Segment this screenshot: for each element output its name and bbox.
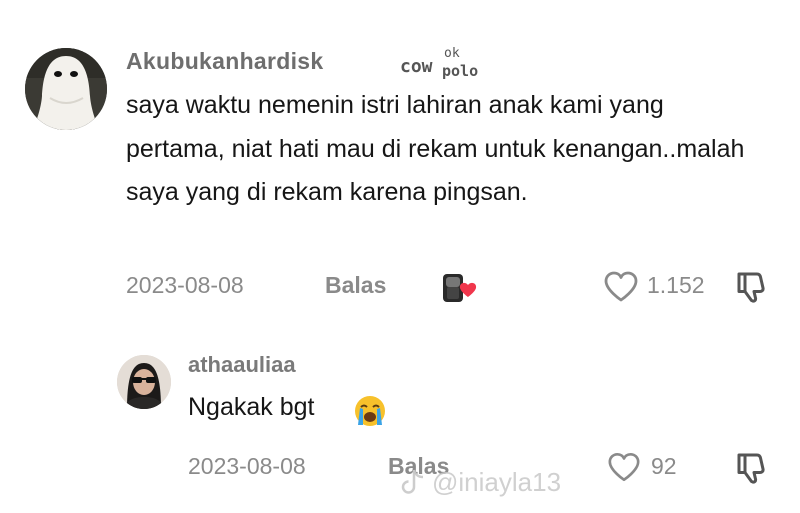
brand-mark-part: ok — [444, 46, 460, 61]
brand-mark-part: polo — [442, 62, 479, 80]
thumbs-down-icon — [737, 272, 765, 303]
reply-button[interactable]: Balas — [325, 272, 386, 299]
like-count: 92 — [651, 453, 677, 479]
reply-username[interactable]: athaauliaa — [188, 352, 296, 378]
like-button[interactable] — [607, 452, 641, 483]
comment-date: 2023-08-08 — [126, 272, 244, 298]
loudly-crying-face-icon — [353, 394, 387, 428]
watermark: @iniayla13 — [400, 462, 561, 502]
tiktok-logo-icon — [401, 469, 424, 494]
reply-avatar[interactable] — [117, 355, 171, 409]
dislike-button[interactable] — [735, 451, 769, 485]
creator-liked-icon — [441, 271, 479, 305]
like-button[interactable] — [603, 271, 639, 303]
comment-text: saya waktu nemenin istri lahiran anak ka… — [126, 91, 745, 206]
user-avatar-icon — [117, 355, 171, 409]
thumbs-down-icon — [737, 453, 765, 484]
heart-icon — [608, 452, 640, 482]
commenter-username[interactable]: Akubukanhardisk — [126, 48, 324, 75]
reply-text: Ngakak bgt — [188, 393, 315, 421]
brand-mark-part: cow — [400, 56, 433, 77]
heart-icon — [604, 271, 638, 302]
reply-date: 2023-08-08 — [188, 453, 306, 479]
watermark-handle: @iniayla13 — [432, 466, 562, 497]
ghost-avatar-icon — [25, 48, 107, 130]
dislike-button[interactable] — [735, 270, 769, 304]
commenter-avatar[interactable] — [25, 48, 107, 130]
like-count: 1.152 — [647, 272, 705, 298]
brand-mark: cow ok polo — [400, 46, 492, 80]
